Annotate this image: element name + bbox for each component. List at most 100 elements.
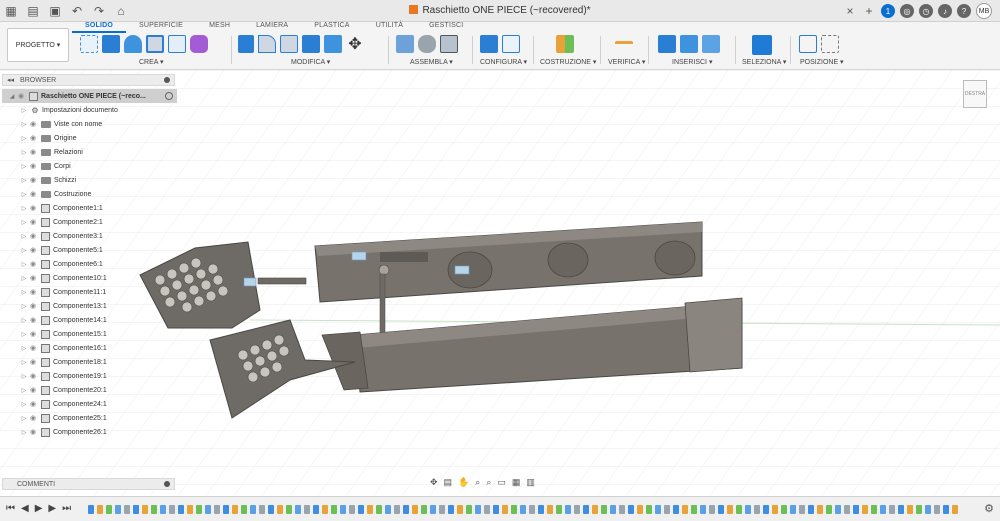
zoom-icon[interactable]: ⌕ [475,477,480,489]
timeline-feature-icon[interactable] [664,505,670,514]
visibility-eye-icon[interactable]: ◉ [16,92,26,100]
timeline-feature-icon[interactable] [466,505,472,514]
visibility-eye-icon[interactable]: ◉ [28,302,38,310]
visibility-eye-icon[interactable]: ◉ [28,288,38,296]
timeline-feature-icon[interactable] [745,505,751,514]
expand-arrow-icon[interactable]: ▷ [20,135,28,142]
collapse-icon[interactable]: ◂◂ [7,76,14,84]
timeline-feature-icon[interactable] [214,505,220,514]
timeline-feature-icon[interactable] [592,505,598,514]
create-sketch-icon[interactable] [80,35,98,53]
timeline-feature-icon[interactable] [241,505,247,514]
timeline-feature-icon[interactable] [538,505,544,514]
timeline-feature-icon[interactable] [943,505,949,514]
job-status-icon[interactable]: 1 [881,4,895,18]
browser-item[interactable]: ▷ ⚙ Impostazioni documento [2,103,177,117]
timeline-feature-icon[interactable] [646,505,652,514]
browser-item[interactable]: ▷ ◉ Relazioni [2,145,177,159]
timeline-feature-icon[interactable] [169,505,175,514]
move-icon[interactable]: ✥ [346,35,364,53]
browser-item[interactable]: ▷ ◉ Componente2:1 [2,215,177,229]
timeline-feature-icon[interactable] [250,505,256,514]
timeline-feature-icon[interactable] [781,505,787,514]
parameters-icon[interactable] [480,35,498,53]
timeline-feature-icon[interactable] [862,505,868,514]
group-label-assembla[interactable]: ASSEMBLA ▾ [410,58,453,66]
visibility-eye-icon[interactable]: ◉ [28,260,38,268]
play-icon[interactable]: ▶ [35,503,43,514]
timeline-feature-icon[interactable] [313,505,319,514]
visibility-eye-icon[interactable]: ◉ [28,316,38,324]
timeline-feature-icon[interactable] [529,505,535,514]
timeline-feature-icon[interactable] [124,505,130,514]
browser-item[interactable]: ▷ ◉ Origine [2,131,177,145]
online-status-icon[interactable]: ◷ [919,4,933,18]
timeline-feature-icon[interactable] [601,505,607,514]
timeline-feature-icon[interactable] [556,505,562,514]
visibility-eye-icon[interactable]: ◉ [28,358,38,366]
visibility-eye-icon[interactable]: ◉ [28,428,38,436]
expand-arrow-icon[interactable]: ▷ [20,289,28,296]
visibility-eye-icon[interactable]: ◉ [28,148,38,156]
timeline-feature-icon[interactable] [259,505,265,514]
expand-arrow-icon[interactable]: ▷ [20,429,28,436]
tab-lamiera[interactable]: LAMIERA [243,22,301,33]
chamfer-icon[interactable] [280,35,298,53]
visibility-eye-icon[interactable]: ◉ [28,344,38,352]
group-label-inserisci[interactable]: INSERISCI ▾ [672,58,712,66]
browser-item[interactable]: ▷ ◉ Componente1:1 [2,201,177,215]
visibility-eye-icon[interactable]: ◉ [28,162,38,170]
timeline-feature-icon[interactable] [889,505,895,514]
visibility-eye-icon[interactable]: ◉ [28,414,38,422]
timeline-feature-icon[interactable] [511,505,517,514]
timeline-feature-icon[interactable] [97,505,103,514]
visibility-eye-icon[interactable]: ◉ [28,400,38,408]
visibility-eye-icon[interactable]: ◉ [28,120,38,128]
expand-arrow-icon[interactable]: ▷ [20,317,28,324]
timeline-feature-icon[interactable] [916,505,922,514]
revolve-icon[interactable] [124,35,142,53]
hole-icon[interactable] [146,35,164,53]
step-forward-icon[interactable]: ▶ [48,503,56,514]
timeline-feature-icon[interactable] [475,505,481,514]
timeline-feature-icon[interactable] [871,505,877,514]
save-icon[interactable]: ▣ [44,0,66,22]
as-built-joint-icon[interactable] [440,35,458,53]
pan-icon[interactable]: ✋ [458,477,469,489]
browser-item[interactable]: ▷ ◉ Componente3:1 [2,229,177,243]
expand-arrow-icon[interactable]: ▷ [20,275,28,282]
timeline-feature-icon[interactable] [151,505,157,514]
timeline-feature-icon[interactable] [808,505,814,514]
timeline-feature-icon[interactable] [502,505,508,514]
timeline-feature-icon[interactable] [835,505,841,514]
timeline-feature-icon[interactable] [304,505,310,514]
timeline-feature-icon[interactable] [637,505,643,514]
browser-item[interactable]: ▷ ◉ Componente15:1 [2,327,177,341]
timeline-feature-icon[interactable] [205,505,211,514]
expand-arrow-icon[interactable]: ▷ [20,303,28,310]
group-label-crea[interactable]: CREA ▾ [139,58,164,66]
timeline-feature-icon[interactable] [925,505,931,514]
select-icon[interactable] [752,35,772,55]
timeline-feature-icon[interactable] [295,505,301,514]
view-cube[interactable]: DESTRA [963,80,987,108]
expand-arrow-icon[interactable]: ▷ [20,247,28,254]
visibility-eye-icon[interactable]: ◉ [28,372,38,380]
browser-item[interactable]: ▷ ◉ Componente10:1 [2,271,177,285]
tab-mesh[interactable]: MESH [196,22,243,33]
timeline-feature-icon[interactable] [799,505,805,514]
timeline-feature-icon[interactable] [160,505,166,514]
timeline-feature-icon[interactable] [394,505,400,514]
browser-item[interactable]: ▷ ◉ Viste con nome [2,117,177,131]
timeline-feature-icon[interactable] [349,505,355,514]
browser-item[interactable]: ▷ ◉ Componente5:1 [2,243,177,257]
timeline-feature-icon[interactable] [187,505,193,514]
timeline-feature-icon[interactable] [907,505,913,514]
browser-item[interactable]: ▷ ◉ Componente13:1 [2,299,177,313]
timeline-feature-icon[interactable] [340,505,346,514]
timeline-feature-icon[interactable] [331,505,337,514]
active-radio-icon[interactable] [165,92,173,100]
timeline-feature-icon[interactable] [115,505,121,514]
capture-position-icon[interactable] [799,35,817,53]
close-tab-icon[interactable]: × [843,0,857,22]
